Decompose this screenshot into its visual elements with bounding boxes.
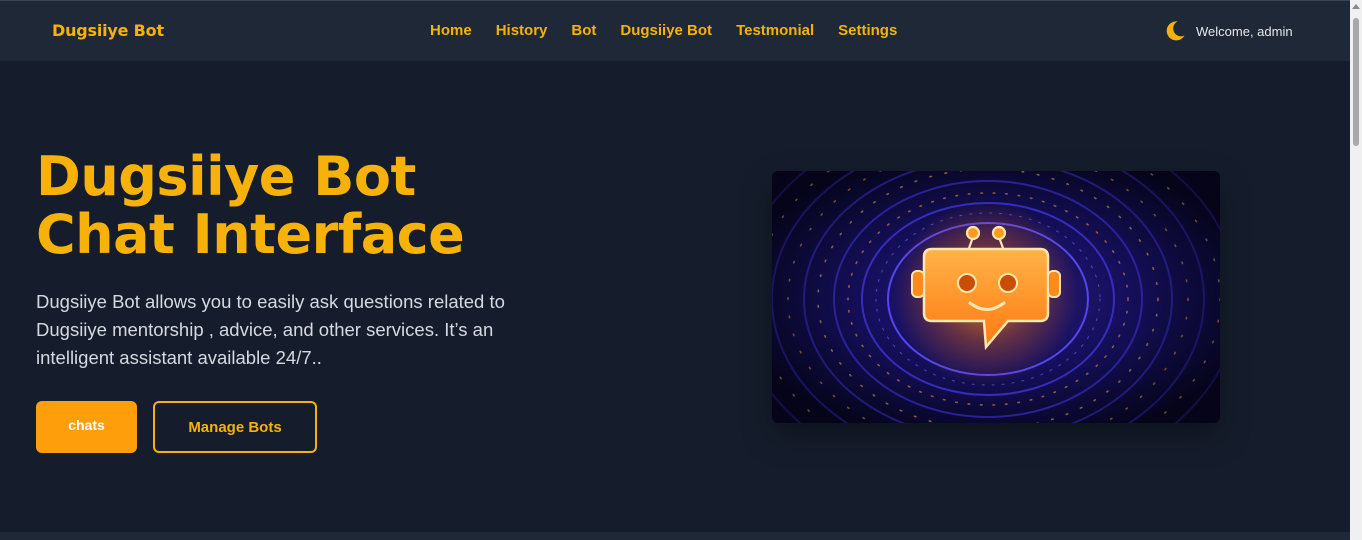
nav-right: Welcome, admin (1165, 20, 1293, 42)
chats-button[interactable]: chats (36, 401, 137, 453)
robot-chat-icon (772, 171, 1220, 423)
navbar: Dugsiiye Bot Home History Bot Dugsiiye B… (0, 0, 1350, 61)
scrollbar-thumb[interactable] (1353, 18, 1359, 146)
nav-link-history[interactable]: History (496, 22, 548, 39)
brand-logo[interactable]: Dugsiiye Bot (52, 21, 164, 40)
welcome-text: Welcome, admin (1196, 23, 1293, 39)
hero-title-line-1: Dugsiiye Bot (36, 145, 416, 208)
nav-link-bot[interactable]: Bot (571, 22, 596, 39)
hero-image (772, 171, 1220, 423)
scroll-up-arrow-icon[interactable] (1352, 4, 1360, 9)
nav-links: Home History Bot Dugsiiye Bot Testmonial… (430, 22, 897, 39)
scrollbar[interactable] (1350, 0, 1362, 540)
moon-icon[interactable] (1165, 20, 1185, 42)
hero-title-line-2: Chat Interface (36, 203, 465, 266)
nav-link-testimonial[interactable]: Testmonial (736, 22, 814, 39)
page-bottom-edge (0, 532, 1350, 540)
manage-bots-button[interactable]: Manage Bots (153, 401, 317, 453)
nav-link-dugsiiye-bot[interactable]: Dugsiiye Bot (620, 22, 712, 39)
hero-description: Dugsiiye Bot allows you to easily ask qu… (36, 291, 505, 368)
nav-link-settings[interactable]: Settings (838, 22, 897, 39)
hero-title: Dugsiiye Bot Chat Interface (36, 148, 676, 264)
nav-link-home[interactable]: Home (430, 22, 472, 39)
